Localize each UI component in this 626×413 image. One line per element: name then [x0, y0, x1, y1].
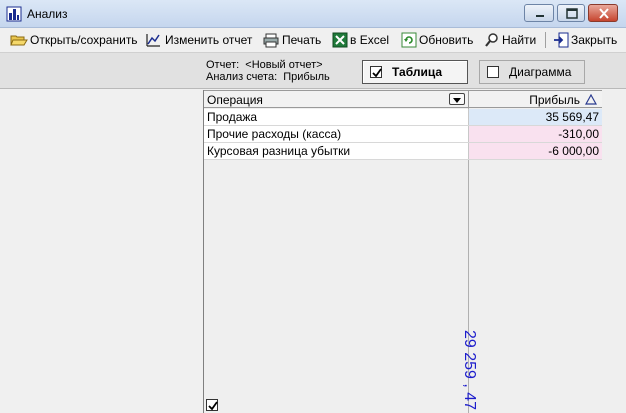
chart-view-toggle[interactable]: Диаграмма: [479, 60, 585, 84]
close-button[interactable]: Закрыть: [553, 30, 617, 50]
report-line: Отчет: <Новый отчет>: [206, 59, 323, 71]
profit-cell: 35 569,47: [468, 109, 602, 125]
print-button[interactable]: Печать: [262, 30, 321, 50]
maximize-button[interactable]: [557, 4, 585, 22]
edit-chart-icon: [146, 34, 160, 47]
edit-report-label: Изменить отчет: [165, 33, 253, 47]
open-save-label: Открыть/сохранить: [30, 33, 138, 47]
operation-cell: Курсовая разница убытки: [207, 144, 351, 158]
account-line: Анализ счета: Прибыль: [206, 71, 330, 83]
profit-value: -6 000,00: [548, 144, 599, 158]
table-view-toggle[interactable]: Таблица: [362, 60, 468, 84]
profit-cell: -310,00: [468, 126, 602, 142]
open-save-button[interactable]: Открыть/сохранить: [10, 30, 138, 50]
app-icon: [6, 6, 22, 22]
close-window-button[interactable]: [588, 4, 618, 22]
checkmark-icon: [372, 68, 382, 78]
grid-header: Операция Прибыль: [204, 90, 602, 109]
table-row[interactable]: Продажа 35 569,47: [204, 109, 602, 126]
chart-toggle-label: Диаграмма: [509, 65, 572, 79]
title-bar: Анализ: [0, 0, 626, 28]
column-header-operation[interactable]: Операция: [207, 93, 263, 107]
profit-cell: -6 000,00: [468, 143, 602, 159]
excel-icon: [332, 32, 348, 48]
toolbar-separator: [545, 32, 546, 48]
folder-open-icon: [10, 35, 28, 46]
refresh-icon: [401, 32, 417, 48]
checkmark-icon: [208, 401, 218, 411]
header-divider[interactable]: [468, 91, 469, 109]
find-button[interactable]: Найти: [484, 30, 536, 50]
report-value: <Новый отчет>: [245, 59, 323, 71]
dropdown-arrow-icon: [453, 98, 461, 103]
operation-cell: Прочие расходы (касса): [207, 127, 342, 141]
minimize-button[interactable]: [524, 4, 554, 22]
table-checkbox[interactable]: [370, 66, 382, 78]
refresh-button[interactable]: Обновить: [401, 30, 473, 50]
left-pane: [0, 90, 203, 413]
account-value: Прибыль: [283, 71, 330, 83]
edit-report-button[interactable]: Изменить отчет: [145, 30, 252, 50]
printer-icon: [263, 33, 279, 48]
table-toggle-label: Таблица: [392, 65, 443, 79]
sort-ascending-icon[interactable]: [584, 93, 598, 108]
table-row[interactable]: Курсовая разница убытки -6 000,00: [204, 143, 602, 160]
toolbar: Открыть/сохранить Изменить отчет Печать …: [0, 28, 626, 52]
column-filter-dropdown[interactable]: [449, 93, 465, 105]
operation-cell: Продажа: [207, 110, 258, 124]
magnifier-icon: [485, 33, 498, 47]
window-title: Анализ: [27, 7, 68, 21]
refresh-label: Обновить: [419, 33, 474, 47]
print-label: Печать: [282, 33, 322, 47]
profit-total: 29 259 , 47: [461, 330, 490, 410]
profit-value: -310,00: [558, 127, 599, 141]
profit-value: 35 569,47: [545, 110, 599, 124]
account-label: Анализ счета:: [206, 71, 278, 83]
exit-icon: [554, 32, 569, 48]
grid-footer-checkbox[interactable]: [206, 399, 218, 411]
analysis-grid: Операция Прибыль Продажа 35 569,47 Прочие …: [203, 90, 626, 413]
export-excel-label: в Excel: [350, 33, 390, 47]
chart-checkbox[interactable]: [487, 66, 499, 78]
profit-total-value: 29 259 , 47: [461, 330, 478, 411]
close-label: Закрыть: [571, 33, 618, 47]
report-label: Отчет:: [206, 59, 240, 71]
export-excel-button[interactable]: в Excel: [332, 30, 389, 50]
column-header-profit[interactable]: Прибыль: [529, 93, 580, 107]
table-row[interactable]: Прочие расходы (касса) -310,00: [204, 126, 602, 143]
find-label: Найти: [502, 33, 537, 47]
